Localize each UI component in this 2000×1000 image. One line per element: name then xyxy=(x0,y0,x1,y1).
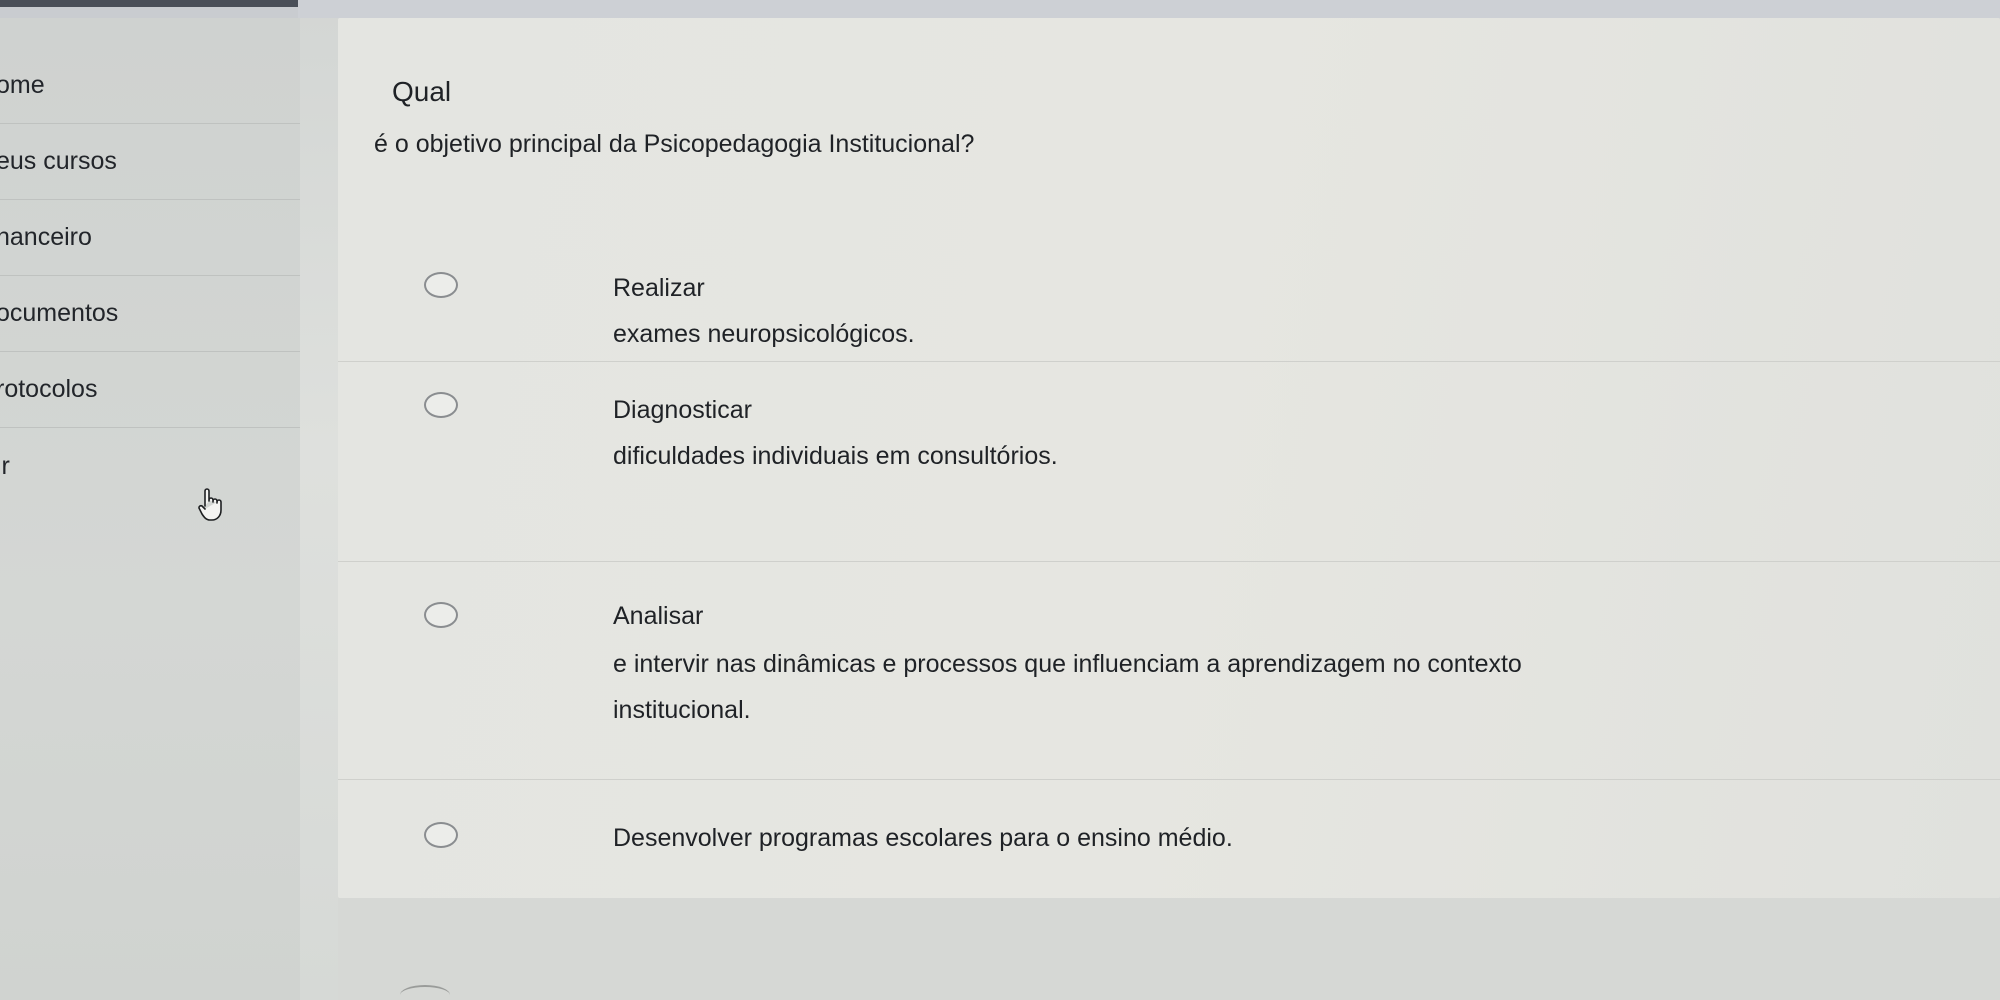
option-text-line: Desenvolver programas escolares para o e… xyxy=(613,824,1233,852)
question-panel: Qual é o objetivo principal da Psicopeda… xyxy=(338,18,2000,898)
panel-footer-area xyxy=(338,898,2000,1000)
sidebar-menu: ome eus cursos nanceiro ocumentos rotoco… xyxy=(0,18,300,1000)
hand-pointer-icon xyxy=(198,488,222,521)
radio-unchecked-icon[interactable] xyxy=(424,272,458,298)
sidebar-item-exit[interactable]: ir xyxy=(0,428,300,504)
answer-option-b[interactable]: Diagnosticar dificuldades individuais em… xyxy=(338,362,2000,562)
sidebar-item-label: eus cursos xyxy=(0,147,117,175)
option-text-line: Realizar xyxy=(613,274,705,302)
sidebar-item-documents[interactable]: ocumentos xyxy=(0,276,300,352)
option-text-line: e intervir nas dinâmicas e processos que… xyxy=(613,650,1522,678)
sidebar-item-protocols[interactable]: rotocolos xyxy=(0,352,300,428)
sidebar-item-label: rotocolos xyxy=(0,375,98,403)
top-strip xyxy=(0,0,2000,18)
radio-unchecked-icon[interactable] xyxy=(424,822,458,848)
sidebar-item-label: ir xyxy=(0,451,10,480)
option-text-line: exames neuropsicológicos. xyxy=(613,320,915,348)
sidebar-item-label: ocumentos xyxy=(0,299,119,327)
partial-element-edge xyxy=(400,985,450,1000)
top-strip-segment xyxy=(298,0,2000,18)
question-text: é o objetivo principal da Psicopedagogia… xyxy=(374,130,975,158)
radio-unchecked-icon[interactable] xyxy=(424,392,458,418)
option-text-line: dificuldades individuais em consultórios… xyxy=(613,442,1058,470)
sidebar-item-home[interactable]: ome xyxy=(0,48,300,124)
option-text-line: Analisar xyxy=(613,602,704,630)
question-title: Qual xyxy=(392,76,452,107)
answer-option-a[interactable]: Realizar exames neuropsicológicos. xyxy=(338,250,2000,362)
sidebar-item-label: nanceiro xyxy=(0,223,92,251)
answer-option-d[interactable]: Desenvolver programas escolares para o e… xyxy=(338,780,2000,900)
top-strip-dark-segment xyxy=(0,0,298,7)
sidebar-item-label: ome xyxy=(0,71,45,99)
answer-option-c[interactable]: Analisar e intervir nas dinâmicas e proc… xyxy=(338,562,2000,780)
option-text-line: Diagnosticar xyxy=(613,396,752,424)
option-text-line: institucional. xyxy=(613,696,751,724)
radio-unchecked-icon[interactable] xyxy=(424,602,458,628)
sidebar-item-my-courses[interactable]: eus cursos xyxy=(0,124,300,200)
sidebar-item-financial[interactable]: nanceiro xyxy=(0,200,300,276)
screen: ome eus cursos nanceiro ocumentos rotoco… xyxy=(0,0,2000,1000)
